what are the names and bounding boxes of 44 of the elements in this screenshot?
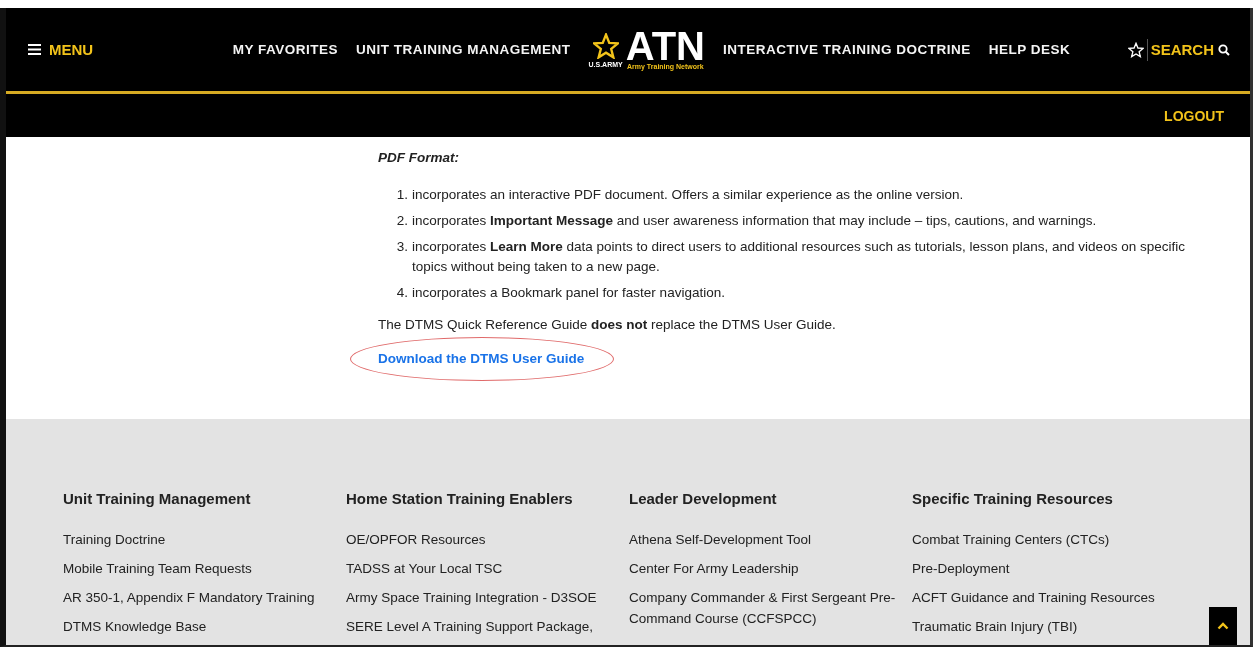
footer-link[interactable]: SERE Level A Training Support Package, [346,616,629,637]
nav-link[interactable]: UNIT TRAINING MANAGEMENT [356,42,571,58]
footer-link[interactable]: Pre-Deployment [912,558,1195,579]
menu-icon [28,44,41,56]
footer-heading: Specific Training Resources [912,490,1114,507]
footer-link[interactable]: Army Space Training Integration - D3SOE [346,587,629,608]
list-number: 1. [395,186,408,205]
footer-heading: Unit Training Management [63,490,252,507]
footer-heading: Home Station Training Enablers [346,490,574,507]
footer-link[interactable]: OE/OPFOR Resources [346,529,629,550]
list-number: 4. [395,284,408,303]
favorite-star-icon[interactable] [1127,41,1144,58]
scroll-top-button[interactable] [1209,607,1237,645]
nav-link[interactable]: INTERACTIVE TRAINING DOCTRINE [723,42,971,58]
footer-link[interactable]: Combat Training Centers (CTCs) [912,529,1195,550]
list-item-text: incorporates a Bookmark panel for faster navigation. [412,284,725,303]
footer-link[interactable]: DTMS Knowledge Base [63,616,346,637]
footer-link[interactable]: Center For Army Leadership [629,558,912,579]
footer-link[interactable]: Company Commander & First Sergeant Pre-Command Course (CCFSPCC) [629,587,912,629]
download-link[interactable]: Download the DTMS User Guide [378,351,585,367]
list-item-text: incorporates Important Message and user awareness information that may include – tips, cautions, and warnings. [412,212,1097,231]
footer-link[interactable]: TADSS at Your Local TSC [346,558,629,579]
list-number: 2. [395,212,408,231]
list-item-text: incorporates Learn More data points to direct users to additional resources such as tutorials, lesson plans, and videos on specific topics without being taken to a new page. [412,238,1186,277]
list-number: 3. [395,238,408,257]
menu-button[interactable]: MENU [28,41,188,59]
footer-link[interactable]: AR 350-1, Appendix F Mandatory Training [63,587,346,608]
logout-link[interactable]: LOGOUT [1164,107,1224,124]
note-text: The DTMS Quick Reference Guide does not replace the DTMS User Guide. [378,316,837,335]
footer-link[interactable]: Training Doctrine [63,529,346,550]
search-button[interactable]: SEARCH [1150,41,1230,59]
logo-title: ATN [625,29,705,64]
footer-link[interactable]: Athena Self-Development Tool [629,529,912,550]
nav-link[interactable]: HELP DESK [988,42,1071,58]
nav-link[interactable]: MY FAVORITES [232,42,338,58]
section-heading: PDF Format: [378,150,460,166]
footer-link[interactable]: Mobile Training Team Requests [63,558,346,579]
search-icon [1218,43,1230,56]
footer-heading: Leader Development [629,490,778,507]
star-icon [592,33,619,60]
list-item-text: incorporates an interactive PDF document. Offers a similar experience as the online version. [412,186,964,205]
footer-link[interactable]: ACFT Guidance and Training Resources [912,587,1195,608]
footer-link[interactable]: Traumatic Brain Injury (TBI) [912,616,1195,637]
chevron-up-icon [1217,622,1229,630]
